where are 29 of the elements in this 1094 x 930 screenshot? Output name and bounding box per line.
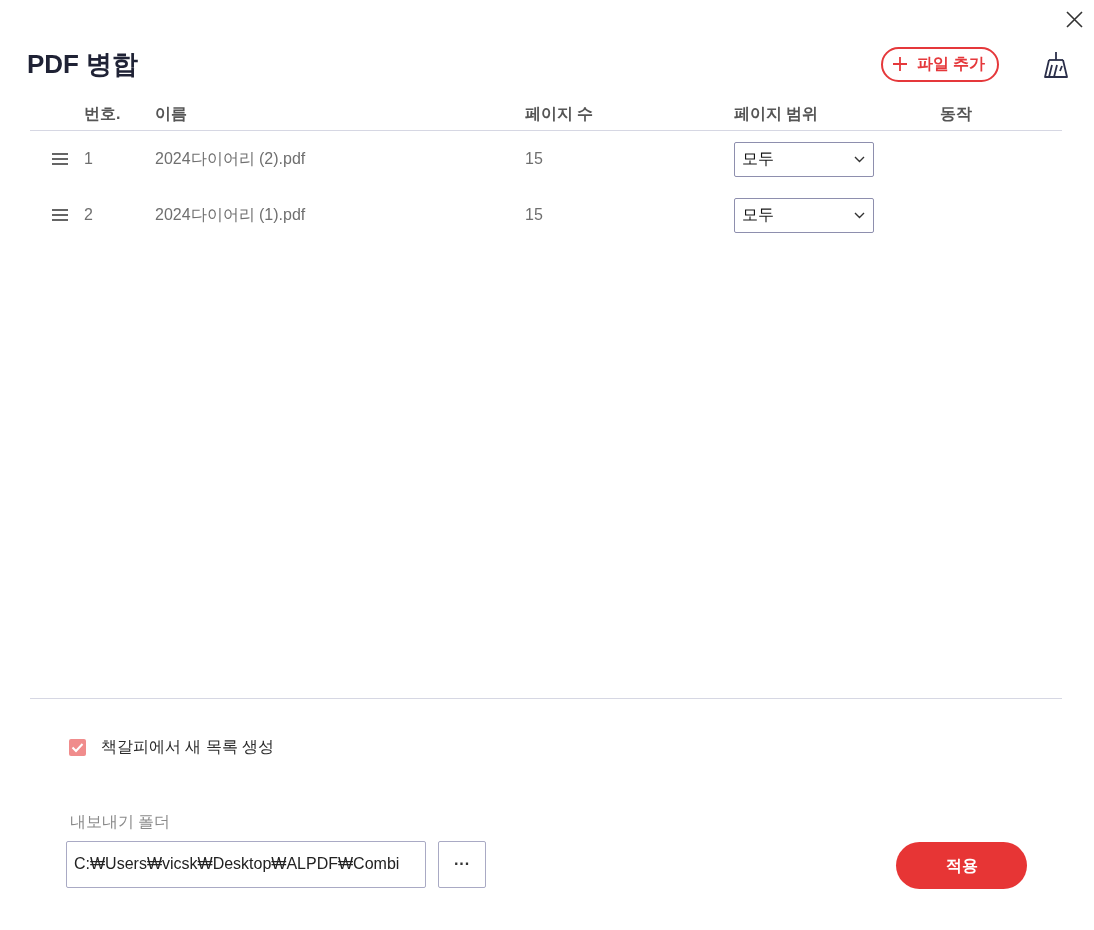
row-number: 1 bbox=[84, 149, 94, 169]
file-name: 2024다이어리 (2).pdf bbox=[155, 149, 307, 169]
checkbox[interactable] bbox=[69, 738, 86, 756]
column-header: 이름 bbox=[155, 104, 188, 124]
export-folder-label: 내보내기 폴더 bbox=[70, 813, 171, 830]
chevron-down-icon bbox=[854, 211, 865, 219]
browse-button[interactable]: ··· bbox=[438, 840, 486, 888]
drag-handle-icon[interactable] bbox=[52, 153, 68, 165]
drag-handle-icon[interactable] bbox=[52, 209, 68, 221]
broom-icon[interactable] bbox=[1043, 50, 1069, 78]
apply-button[interactable]: 적용 bbox=[896, 842, 1027, 889]
page-count: 15 bbox=[525, 205, 544, 225]
chevron-down-icon bbox=[854, 155, 865, 163]
checkbox-label: 책갈피에서 새 목록 생성 bbox=[101, 737, 275, 757]
page-range-dropdown[interactable]: 모두 bbox=[734, 197, 874, 233]
add-file-button[interactable]: 파일 추가 bbox=[880, 46, 999, 82]
row-number: 2 bbox=[84, 205, 94, 225]
column-header: 번호. bbox=[84, 104, 122, 124]
page-count: 15 bbox=[525, 149, 544, 169]
export-path-field[interactable]: C:₩Users₩vicsk₩Desktop₩ALPDF₩Combi bbox=[66, 840, 426, 888]
close-button[interactable] bbox=[1065, 10, 1084, 29]
plus-icon bbox=[891, 56, 908, 72]
page-range-dropdown[interactable]: 모두 bbox=[734, 141, 874, 177]
column-header: 동작 bbox=[940, 104, 973, 124]
column-header: 페이지 범위 bbox=[734, 104, 820, 124]
window-title: PDF 병합 bbox=[27, 49, 139, 79]
column-header: 페이지 수 bbox=[525, 104, 595, 124]
file-name: 2024다이어리 (1).pdf bbox=[155, 205, 307, 225]
close-icon bbox=[1065, 10, 1084, 29]
